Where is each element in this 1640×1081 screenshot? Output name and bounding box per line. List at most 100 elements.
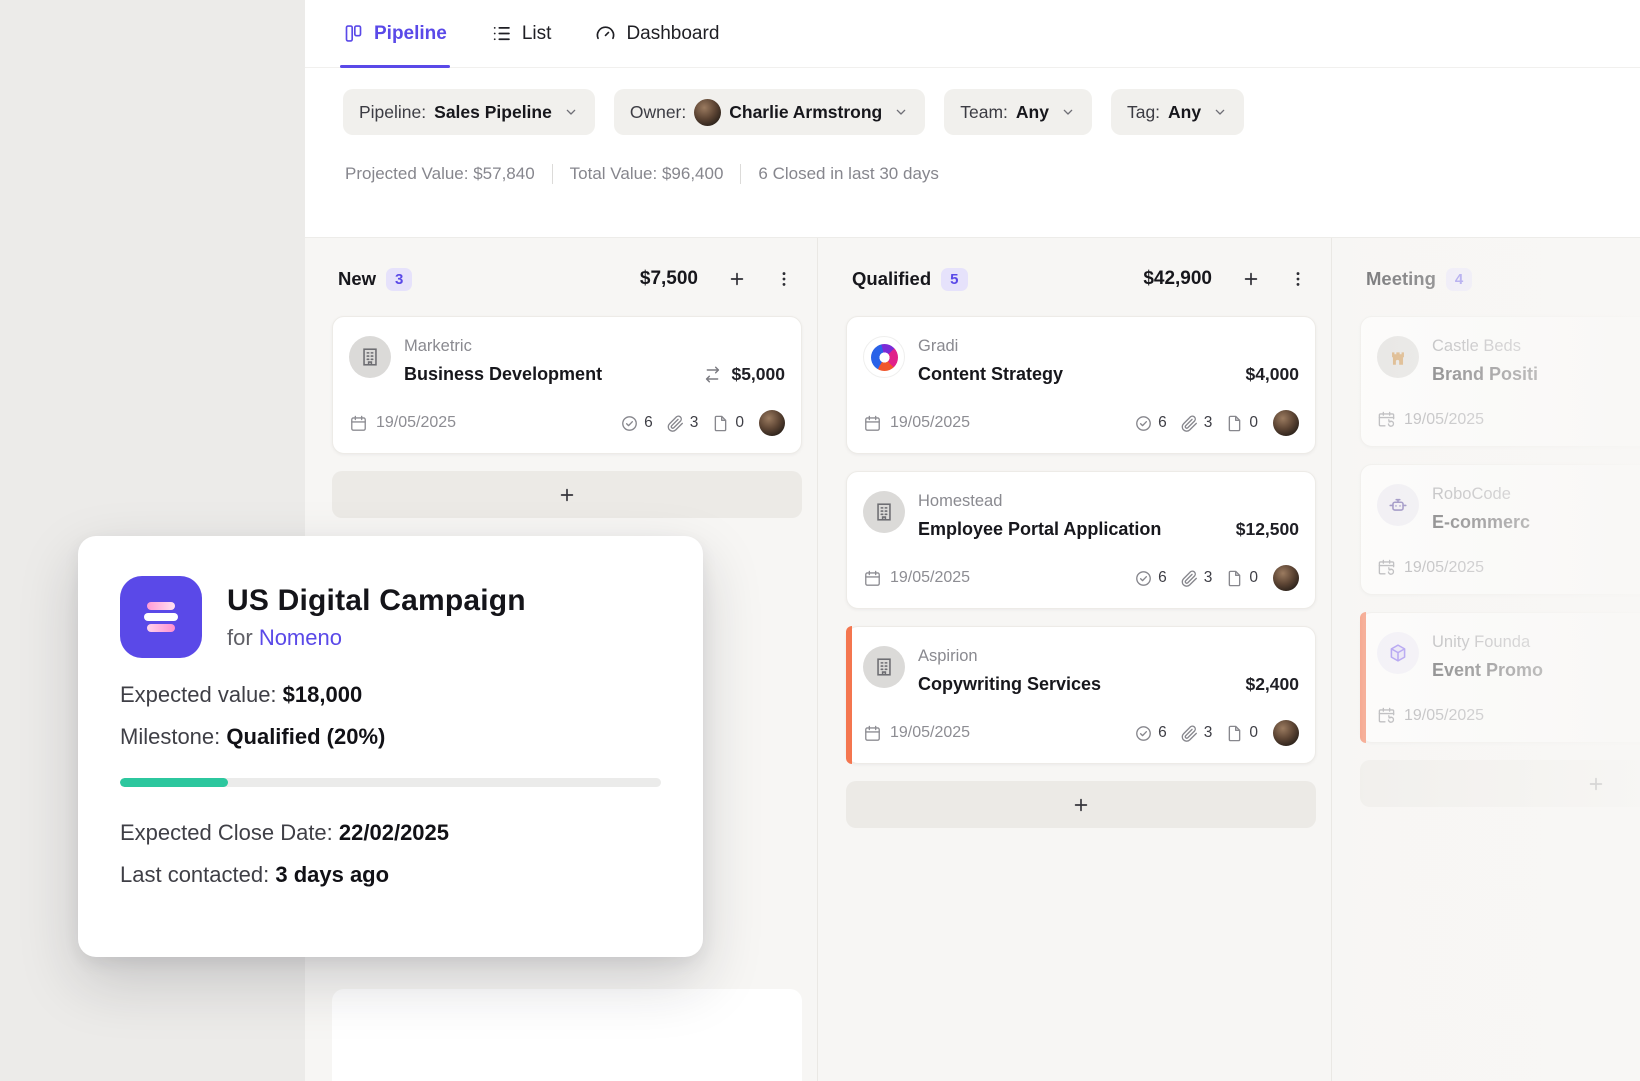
add-card-button[interactable] [846,781,1316,828]
milestone-progress-bar [120,778,661,787]
company-logo [1377,484,1419,526]
column-menu-button[interactable] [772,267,796,291]
client-link[interactable]: Nomeno [259,625,342,650]
deal-value: $4,000 [1245,364,1299,385]
add-card-button[interactable] [332,471,802,518]
add-deal-button[interactable] [725,267,749,291]
tab-pipeline[interactable]: Pipeline [343,0,447,67]
close-date-value: 22/02/2025 [339,820,449,845]
milestone-value: Qualified (20%) [226,724,385,749]
deal-card-gradi[interactable]: Gradi Content Strategy $4,000 19/05/2025… [846,316,1316,454]
pipeline-filter[interactable]: Pipeline: Sales Pipeline [343,89,595,135]
cut-off-card [332,989,802,1081]
notes-count: 0 [1225,569,1258,588]
file-icon [1225,724,1244,743]
last-contacted-row: Last contacted: 3 days ago [120,862,661,887]
check-circle-icon [1134,724,1153,743]
paperclip-icon [1180,724,1199,743]
kebab-menu-icon [1288,269,1308,289]
company-name: Homestead [918,491,1299,512]
total-value-stat: Total Value: $96,400 [570,164,724,184]
filter-bar: Pipeline: Sales Pipeline Owner: Charlie … [305,68,1640,135]
company-logo [1377,632,1419,674]
deal-title: Business Development [404,362,694,386]
deal-card-castle-beds[interactable]: Castle Beds Brand Positi 19/05/2025 [1360,316,1640,447]
calendar-icon [863,724,882,743]
assignee-avatar [1273,720,1299,746]
tab-list[interactable]: List [491,0,552,67]
chevron-down-icon [563,104,579,120]
attachments-count: 3 [666,414,699,433]
column-menu-button[interactable] [1286,267,1310,291]
company-name: Unity Founda [1432,632,1640,653]
deal-card-unity-foundation[interactable]: Unity Founda Event Promo 19/05/2025 [1360,612,1640,743]
company-logo [349,336,391,378]
plus-icon [557,485,577,505]
add-deal-button[interactable] [1239,267,1263,291]
notes-count: 0 [1225,724,1258,743]
tag-filter-value: Any [1168,102,1201,123]
calendar-sync-icon [1377,410,1396,429]
owner-filter[interactable]: Owner: Charlie Armstrong [614,89,925,135]
company-logo [1377,336,1419,378]
deal-card-robocode[interactable]: RoboCode E-commerc 19/05/2025 [1360,464,1640,595]
castle-icon [1387,346,1409,368]
column-total: $42,900 [1143,268,1212,290]
pipeline-stats: Projected Value: $57,840 Total Value: $9… [345,164,1640,184]
deal-value: $5,000 [731,364,785,385]
paperclip-icon [666,414,685,433]
deal-title: Brand Positi [1432,362,1640,386]
swap-icon [703,365,722,384]
tasks-count: 6 [1134,724,1167,743]
deal-title: Copywriting Services [918,672,1236,696]
column-count-badge: 4 [1446,268,1472,291]
attachments-count: 3 [1180,569,1213,588]
owner-filter-label: Owner: [630,102,686,123]
deal-value: $12,500 [1236,519,1299,540]
expected-value: $18,000 [283,682,363,707]
company-name: Aspirion [918,646,1299,667]
divider [552,164,553,184]
deal-preview-client: for Nomeno [227,625,526,651]
tasks-count: 6 [1134,414,1167,433]
deal-card-marketric[interactable]: Marketric Business Development $5,000 19… [332,316,802,454]
assignee-avatar [759,410,785,436]
column-name: Meeting [1366,268,1436,290]
file-icon [711,414,730,433]
company-name: Castle Beds [1432,336,1640,357]
assignee-avatar [1273,565,1299,591]
deal-title: Event Promo [1432,658,1640,682]
column-new-header: New 3 $7,500 [332,264,802,294]
plus-icon [1586,774,1606,794]
pipeline-filter-value: Sales Pipeline [434,102,552,123]
kanban-icon [343,23,364,44]
assignee-avatar [1273,410,1299,436]
team-filter[interactable]: Team: Any [944,89,1092,135]
check-circle-icon [1134,414,1153,433]
company-logo [863,491,905,533]
column-name: New [338,268,376,290]
deal-preview-card: US Digital Campaign for Nomeno Expected … [78,536,703,957]
company-name: Gradi [918,336,1299,357]
deal-card-homestead[interactable]: Homestead Employee Portal Application $1… [846,471,1316,609]
tag-filter[interactable]: Tag: Any [1111,89,1244,135]
deal-date: 19/05/2025 [890,569,970,587]
deal-title: Employee Portal Application [918,517,1227,541]
last-contacted-value: 3 days ago [275,862,389,887]
add-card-button[interactable] [1360,760,1640,807]
owner-avatar [694,99,721,126]
deal-title: E-commerc [1432,510,1640,534]
stacked-bars-logo-icon [139,595,183,639]
tasks-count: 6 [620,414,653,433]
company-logo [863,646,905,688]
tab-dashboard[interactable]: Dashboard [595,0,719,67]
paperclip-icon [1180,414,1199,433]
notes-count: 0 [711,414,744,433]
file-icon [1225,569,1244,588]
tab-dashboard-label: Dashboard [626,23,719,45]
attachments-count: 3 [1180,414,1213,433]
column-meeting-header: Meeting 4 [1360,264,1640,294]
pie-logo-icon [871,344,898,371]
tab-list-label: List [522,23,552,45]
deal-card-aspirion[interactable]: Aspirion Copywriting Services $2,400 19/… [846,626,1316,764]
